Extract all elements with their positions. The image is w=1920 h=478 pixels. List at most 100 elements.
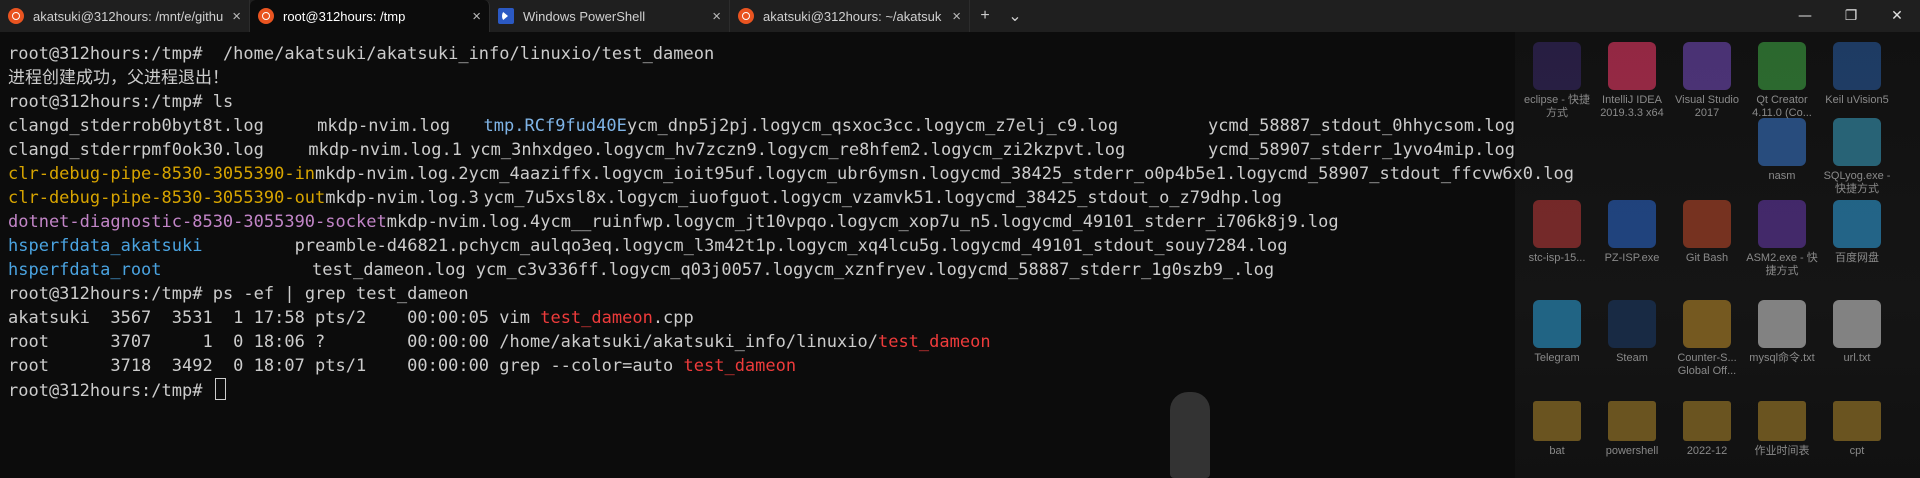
desktop-icon[interactable]: Counter-S... Global Off... bbox=[1670, 300, 1744, 378]
desktop-icon[interactable]: Git Bash bbox=[1670, 200, 1744, 265]
ls-entry: ycm_re8hfem2.log bbox=[797, 140, 962, 160]
desktop-icon-label: eclipse - 快捷方式 bbox=[1523, 94, 1591, 119]
desktop-icon[interactable]: powershell bbox=[1595, 395, 1669, 458]
desktop-icon[interactable]: SQLyog.exe - 快捷方式 bbox=[1820, 118, 1894, 196]
ls-entry: tmp.RCf9fud40E bbox=[483, 116, 627, 136]
desktop-icon-label: url.txt bbox=[1843, 352, 1871, 364]
desktop-icon[interactable]: bat bbox=[1520, 395, 1594, 458]
close-icon[interactable]: × bbox=[232, 8, 241, 25]
ls-entry: ycmd_58907_stdout_ffcvw6x0.log bbox=[1266, 164, 1574, 184]
desktop-icon[interactable]: Telegram bbox=[1520, 300, 1594, 365]
ls-entry: ycm_c3v336ff.log bbox=[475, 260, 640, 280]
desktop-icon[interactable]: stc-isp-15... bbox=[1520, 200, 1594, 265]
ls-entry: preamble-d46821.pch bbox=[294, 236, 490, 256]
desktop-icon[interactable]: Keil uVision5 bbox=[1820, 42, 1894, 107]
ls-entry: ycm_zi2kzpvt.log bbox=[961, 140, 1126, 160]
desktop-icon-label: PZ-ISP.exe bbox=[1604, 252, 1660, 264]
desktop-icon-label: mysql命令.txt bbox=[1749, 352, 1815, 364]
terminal-line: root@312hours:/tmp# /home/akatsuki/akats… bbox=[8, 42, 1508, 66]
ls-row: hsperfdata_akatsuki preamble-d46821.pch yc… bbox=[8, 234, 1508, 258]
ls-entry: ycm_ioit95uf.log bbox=[632, 164, 797, 184]
csgo-icon bbox=[1683, 300, 1731, 348]
pz-isp-icon bbox=[1608, 200, 1656, 248]
ls-entry: mkdp-nvim.log.1 bbox=[308, 140, 462, 160]
ls-entry bbox=[1287, 234, 1508, 258]
tab-label: akatsuki@312hours: /mnt/e/githu bbox=[33, 8, 224, 24]
ls-entry: ycm_xop7u_n5.log bbox=[867, 212, 1032, 232]
chevron-down-icon[interactable]: ⌄ bbox=[1000, 0, 1030, 32]
ls-entry: ycmd_58887_stderr_1g0szb9_.log bbox=[967, 260, 1275, 280]
ls-entry: ycm_z7elj_c9.log bbox=[954, 116, 1119, 136]
tab-root-tmp[interactable]: root@312hours: /tmp × bbox=[250, 0, 490, 32]
desktop-icon-label: bat bbox=[1549, 445, 1565, 457]
desktop-icon[interactable]: mysql命令.txt bbox=[1745, 300, 1819, 365]
ubuntu-icon bbox=[8, 8, 24, 24]
ls-entry: dotnet-diagnostic-8530-3055390-socket bbox=[8, 212, 387, 232]
desktop-icon[interactable]: Qt Creator 4.11.0 (Co... bbox=[1745, 42, 1819, 120]
git-bash-icon bbox=[1683, 200, 1731, 248]
intellij-icon bbox=[1608, 42, 1656, 90]
ls-entry: mkdp-nvim.log bbox=[317, 116, 451, 136]
ls-entry: ycm_3nhxdgeo.log bbox=[470, 140, 634, 160]
terminal-cursor[interactable] bbox=[214, 378, 226, 400]
desktop-icon[interactable]: PZ-ISP.exe bbox=[1595, 200, 1669, 265]
close-icon[interactable]: × bbox=[952, 8, 961, 25]
grep-match: test_dameon bbox=[540, 308, 653, 328]
baidu-netdisk-icon bbox=[1833, 200, 1881, 248]
desktop-icon[interactable]: Visual Studio 2017 bbox=[1670, 42, 1744, 120]
ls-entry: ycm_hv7zczn9.log bbox=[633, 140, 798, 160]
ls-entry: ycmd_58887_stdout_0hhycsom.log bbox=[1208, 116, 1516, 136]
new-tab-button[interactable]: + bbox=[970, 0, 1000, 32]
tab-akatsuki-home[interactable]: akatsuki@312hours: ~/akatsuk × bbox=[730, 0, 970, 32]
wallpaper-figure bbox=[1170, 392, 1210, 478]
desktop-icon[interactable]: IntelliJ IDEA 2019.3.3 x64 bbox=[1595, 42, 1669, 120]
folder-icon bbox=[1833, 401, 1881, 441]
desktop-icon-label: SQLyog.exe - 快捷方式 bbox=[1823, 170, 1891, 195]
ls-entry: ycm_jt10vpqo.log bbox=[704, 212, 868, 232]
terminal-output[interactable]: root@312hours:/tmp# /home/akatsuki/akats… bbox=[8, 42, 1574, 402]
minimize-button[interactable]: — bbox=[1782, 0, 1828, 32]
tab-powershell[interactable]: Windows PowerShell × bbox=[490, 0, 730, 32]
desktop-icon-label: Telegram bbox=[1534, 352, 1580, 364]
ls-entry: hsperfdata_akatsuki bbox=[8, 236, 203, 256]
close-icon[interactable]: × bbox=[712, 8, 721, 25]
desktop-icon[interactable]: 百度网盘 bbox=[1820, 200, 1894, 265]
grep-match: test_dameon bbox=[877, 332, 991, 352]
desktop-icon-label: 百度网盘 bbox=[1835, 252, 1879, 264]
desktop-icon-label: 作业时间表 bbox=[1754, 445, 1810, 457]
folder-icon bbox=[1533, 401, 1581, 441]
maximize-button[interactable]: ❐ bbox=[1828, 0, 1874, 32]
ls-row: clr-debug-pipe-8530-3055390-in mkdp-nvim.… bbox=[8, 162, 1574, 186]
ls-entry: mkdp-nvim.log.2 bbox=[315, 164, 469, 184]
ps-output-line: akatsuki 3567 3531 1 17:58 pts/2 00:00:0… bbox=[8, 308, 694, 328]
desktop-icon[interactable]: url.txt bbox=[1820, 300, 1894, 365]
ls-entry: ycmd_49101_stderr_i706k8j9.log bbox=[1031, 212, 1339, 232]
close-icon[interactable]: × bbox=[472, 8, 481, 25]
desktop-icon-label: cpt bbox=[1849, 445, 1865, 457]
keil-icon bbox=[1833, 42, 1881, 90]
prompt: root@312hours:/tmp# bbox=[8, 284, 213, 304]
tab-akatsuki-github[interactable]: akatsuki@312hours: /mnt/e/githu × bbox=[0, 0, 250, 32]
desktop-icon[interactable]: 作业时间表 bbox=[1745, 395, 1819, 458]
ls-entry: ycmd_38425_stderr_o0p4b5e1.log bbox=[959, 164, 1267, 184]
folder-icon bbox=[1683, 401, 1731, 441]
ls-entry: clr-debug-pipe-8530-3055390-in bbox=[8, 164, 316, 184]
ls-entry: mkdp-nvim.log.4 bbox=[386, 212, 541, 232]
ps-output-line: root 3718 3492 0 18:07 pts/1 00:00:00 gr… bbox=[8, 356, 797, 376]
desktop-icon-label: nasm bbox=[1768, 170, 1796, 182]
desktop-icon[interactable]: Steam bbox=[1595, 300, 1669, 365]
window-controls: — ❐ ✕ bbox=[1782, 0, 1920, 32]
ubuntu-icon bbox=[258, 8, 274, 24]
desktop-icon[interactable]: eclipse - 快捷方式 bbox=[1520, 42, 1594, 120]
desktop-icon[interactable]: cpt bbox=[1820, 395, 1894, 458]
desktop-icon-label: Qt Creator 4.11.0 (Co... bbox=[1752, 94, 1812, 119]
desktop-icon[interactable]: ASM2.exe - 快捷方式 bbox=[1745, 200, 1819, 278]
close-window-button[interactable]: ✕ bbox=[1874, 0, 1920, 32]
ls-entry: ycm_l3m42t1p.log bbox=[652, 236, 817, 256]
ls-row: hsperfdata_root test_dameon.log ycm_c3v336… bbox=[8, 258, 1508, 282]
ls-output: clangd_stderrob0byt8t.log mkdp-nvim.log tm… bbox=[8, 114, 1574, 282]
ls-entry bbox=[1274, 258, 1508, 282]
grep-match: test_dameon bbox=[683, 356, 797, 376]
desktop-icon[interactable]: nasm bbox=[1745, 118, 1819, 183]
desktop-icon[interactable]: 2022-12 bbox=[1670, 395, 1744, 458]
